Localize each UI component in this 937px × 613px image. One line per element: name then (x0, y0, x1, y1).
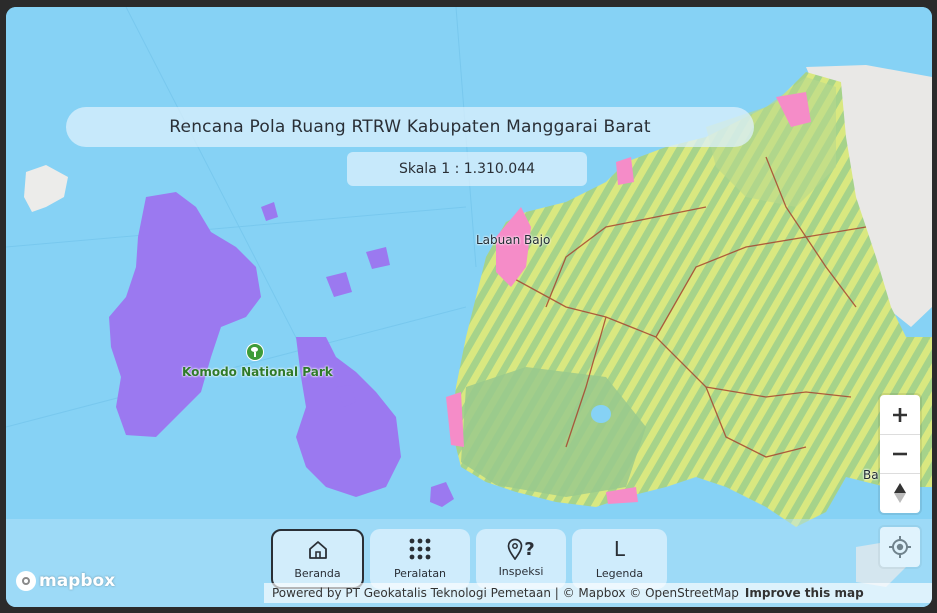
map-title: Rencana Pola Ruang RTRW Kabupaten Mangga… (66, 107, 754, 147)
map-scale: Skala 1 : 1.310.044 (347, 152, 587, 186)
location-question-icon: ? (507, 537, 535, 561)
map-canvas[interactable]: Rencana Pola Ruang RTRW Kabupaten Mangga… (6, 7, 932, 607)
mapbox-logo[interactable]: mapbox (16, 571, 115, 591)
legend-button[interactable]: L Legenda (572, 529, 667, 589)
question-glyph: ? (524, 538, 535, 560)
inspect-label: Inspeksi (498, 565, 544, 578)
home-button[interactable]: Beranda (271, 529, 364, 589)
minus-icon (893, 452, 907, 455)
compass-button[interactable] (880, 473, 920, 512)
tools-button[interactable]: Peralatan (370, 529, 470, 589)
mapbox-logo-text: mapbox (39, 571, 116, 591)
inspect-button[interactable]: ? Inspeksi (476, 529, 566, 589)
tools-label: Peralatan (393, 567, 447, 580)
improve-map-link[interactable]: Improve this map (745, 586, 864, 600)
place-label-komodo-park: Komodo National Park (182, 365, 333, 379)
plus-icon (893, 407, 907, 422)
place-label-labuan-bajo: Labuan Bajo (476, 233, 551, 247)
compass-icon (894, 482, 906, 503)
mapbox-logo-mark (16, 571, 36, 591)
app-frame: Rencana Pola Ruang RTRW Kabupaten Mangga… (0, 0, 937, 613)
location-pin-icon (507, 538, 523, 560)
zoom-in-button[interactable] (880, 395, 920, 435)
legend-icon: L (613, 537, 626, 561)
zoom-out-button[interactable] (880, 434, 920, 474)
legend-label: Legenda (595, 567, 644, 580)
place-label-edge: Ba (863, 468, 879, 482)
attribution-text[interactable]: Powered by PT Geokatalis Teknologi Pemet… (272, 586, 739, 600)
home-label: Beranda (294, 567, 341, 580)
zoom-controls (880, 395, 920, 513)
park-icon (246, 343, 264, 361)
map-basemap (6, 7, 932, 607)
home-icon (308, 541, 327, 559)
attribution-bar: Powered by PT Geokatalis Teknologi Pemet… (264, 583, 932, 603)
grid-icon (409, 538, 431, 560)
